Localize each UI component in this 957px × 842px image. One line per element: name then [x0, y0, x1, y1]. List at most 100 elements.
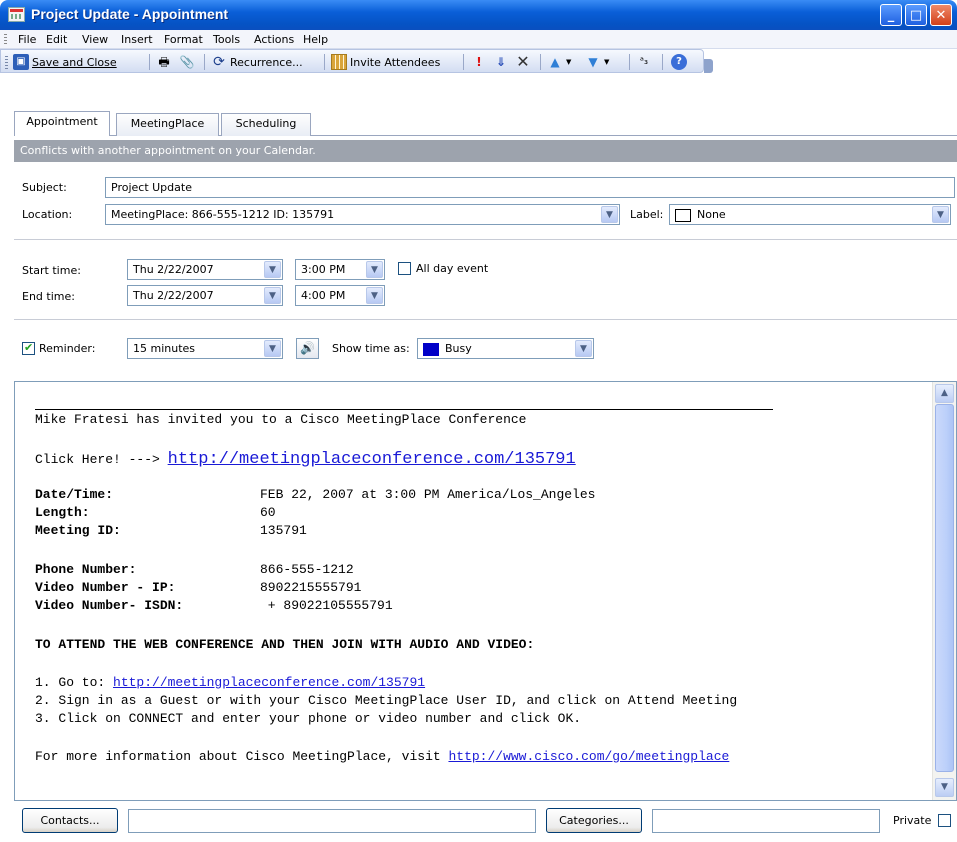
down-arrow-icon: ⇓: [495, 55, 507, 69]
menu-view[interactable]: View: [82, 33, 108, 46]
attend-heading: TO ATTEND THE WEB CONFERENCE AND THEN JO…: [35, 637, 535, 652]
chevron-up-icon: ▲: [941, 388, 948, 398]
busy-color-swatch: [423, 342, 439, 356]
toolbar-options-button[interactable]: [704, 59, 713, 73]
invite-line: Mike Fratesi has invited you to a Cisco …: [35, 412, 527, 427]
reminder-combo[interactable]: 15 minutes ▼: [127, 338, 283, 359]
message-body[interactable]: Mike Fratesi has invited you to a Cisco …: [14, 381, 957, 801]
invite-attendees-button[interactable]: Invite Attendees: [331, 53, 440, 71]
show-time-as-combo[interactable]: Busy ▼: [417, 338, 594, 359]
reminder-sound-button[interactable]: 🔊: [296, 338, 319, 359]
translate-button[interactable]: ᵃ₃: [636, 53, 655, 71]
label-combo[interactable]: None ▼: [669, 204, 951, 225]
down-triangle-icon: ▼: [588, 55, 598, 69]
start-time-value: 3:00 PM: [301, 263, 346, 276]
attach-button[interactable]: 📎: [179, 53, 198, 71]
step-1-link[interactable]: http://meetingplaceconference.com/135791: [113, 675, 425, 690]
contacts-input[interactable]: [128, 809, 536, 833]
menu-tools[interactable]: Tools: [213, 33, 240, 46]
calendar-grid-icon: [331, 54, 347, 70]
calendar-icon: [8, 7, 25, 22]
exclamation-icon: !: [476, 55, 482, 69]
up-arrow-icon: ▲: [550, 55, 560, 69]
maximize-button[interactable]: □: [905, 4, 927, 26]
printer-icon: 🖶: [158, 55, 170, 69]
close-button[interactable]: ✕: [930, 4, 952, 26]
meeting-link[interactable]: http://meetingplaceconference.com/135791: [168, 450, 576, 469]
delete-button[interactable]: ✕: [515, 53, 534, 71]
menu-edit[interactable]: Edit: [46, 33, 67, 46]
chevron-down-icon[interactable]: ▼: [264, 340, 281, 357]
all-day-event-checkbox[interactable]: [398, 262, 411, 275]
start-time-combo[interactable]: 3:00 PM ▼: [295, 259, 385, 280]
tab-meetingplace[interactable]: MeetingPlace: [116, 113, 219, 136]
menu-grip-icon: [4, 34, 7, 45]
end-date-combo[interactable]: Thu 2/22/2007 ▼: [127, 285, 283, 306]
end-time-value: 4:00 PM: [301, 289, 346, 302]
subject-label: Subject:: [22, 181, 67, 194]
contacts-button[interactable]: Contacts...: [22, 808, 118, 833]
start-time-label: Start time:: [22, 264, 81, 277]
scroll-up-button[interactable]: ▲: [935, 384, 954, 403]
print-button[interactable]: 🖶: [156, 53, 175, 71]
chevron-down-icon: ▼: [941, 782, 948, 792]
step-1-prefix: 1. Go to:: [35, 675, 114, 690]
menu-format[interactable]: Format: [164, 33, 203, 46]
maximize-icon: □: [909, 7, 923, 23]
next-item-button[interactable]: ▼ ▼: [585, 53, 609, 71]
window-title: Project Update - Appointment: [31, 6, 229, 22]
chevron-down-icon[interactable]: ▼: [264, 261, 281, 278]
speaker-icon: 🔊: [300, 341, 315, 355]
recurrence-button[interactable]: ⟳ Recurrence...: [211, 53, 302, 71]
chevron-down-icon[interactable]: ▼: [932, 206, 949, 223]
private-checkbox[interactable]: [938, 814, 951, 827]
scroll-down-button[interactable]: ▼: [935, 778, 954, 797]
help-button[interactable]: ?: [671, 53, 690, 71]
click-here-line: Click Here! ---> http://meetingplaceconf…: [35, 450, 576, 469]
toolbar-separator: [204, 54, 205, 70]
divider: [14, 239, 957, 240]
reminder-checkbox[interactable]: [22, 341, 35, 355]
end-time-combo[interactable]: 4:00 PM ▼: [295, 285, 385, 306]
toolbar-grip-icon: [5, 56, 8, 69]
tab-scheduling[interactable]: Scheduling: [221, 113, 311, 136]
scroll-thumb[interactable]: [935, 404, 954, 772]
low-importance-button[interactable]: ⇓: [493, 53, 512, 71]
length-label: Length:: [35, 505, 90, 520]
meeting-id-label: Meeting ID:: [35, 523, 121, 538]
minimize-button[interactable]: _: [880, 4, 902, 26]
chevron-down-icon[interactable]: ▼: [601, 206, 618, 223]
chevron-down-icon[interactable]: ▼: [575, 340, 592, 357]
divider: [14, 319, 957, 320]
subject-input[interactable]: Project Update: [105, 177, 955, 198]
menu-insert[interactable]: Insert: [121, 33, 153, 46]
toolbar-separator: [629, 54, 630, 70]
previous-item-button[interactable]: ▲ ▼: [547, 53, 571, 71]
phone-label: Phone Number:: [35, 562, 137, 577]
step-3: 3. Click on CONNECT and enter your phone…: [35, 711, 582, 726]
bottom-bar: Contacts... Categories... Private: [0, 804, 957, 842]
chevron-down-icon[interactable]: ▼: [366, 287, 383, 304]
spelling-icon: ᵃ₃: [640, 56, 648, 67]
video-ip-value: 8902215555791: [260, 580, 362, 595]
menu-help[interactable]: Help: [303, 33, 328, 46]
menu-bar: File Edit View Insert Format Tools Actio…: [0, 30, 957, 49]
vertical-scrollbar[interactable]: ▲ ▼: [932, 382, 956, 800]
cisco-link[interactable]: http://www.cisco.com/go/meetingplace: [448, 749, 729, 764]
categories-button[interactable]: Categories...: [546, 808, 642, 833]
menu-actions[interactable]: Actions: [254, 33, 294, 46]
chevron-down-icon[interactable]: ▼: [264, 287, 281, 304]
categories-input[interactable]: [652, 809, 880, 833]
chevron-down-icon[interactable]: ▼: [366, 261, 383, 278]
end-date-value: Thu 2/22/2007: [133, 289, 214, 302]
paperclip-icon: 📎: [179, 55, 195, 69]
menu-file[interactable]: File: [18, 33, 36, 46]
close-icon: ✕: [935, 7, 947, 23]
save-icon: ▣: [13, 54, 29, 70]
location-combo[interactable]: MeetingPlace: 866-555-1212 ID: 135791 ▼: [105, 204, 620, 225]
start-date-combo[interactable]: Thu 2/22/2007 ▼: [127, 259, 283, 280]
tab-appointment[interactable]: Appointment: [14, 111, 110, 136]
high-importance-button[interactable]: !: [471, 53, 490, 71]
save-and-close-button[interactable]: ▣ Save and Close: [13, 53, 117, 71]
label-value: None: [697, 208, 726, 221]
